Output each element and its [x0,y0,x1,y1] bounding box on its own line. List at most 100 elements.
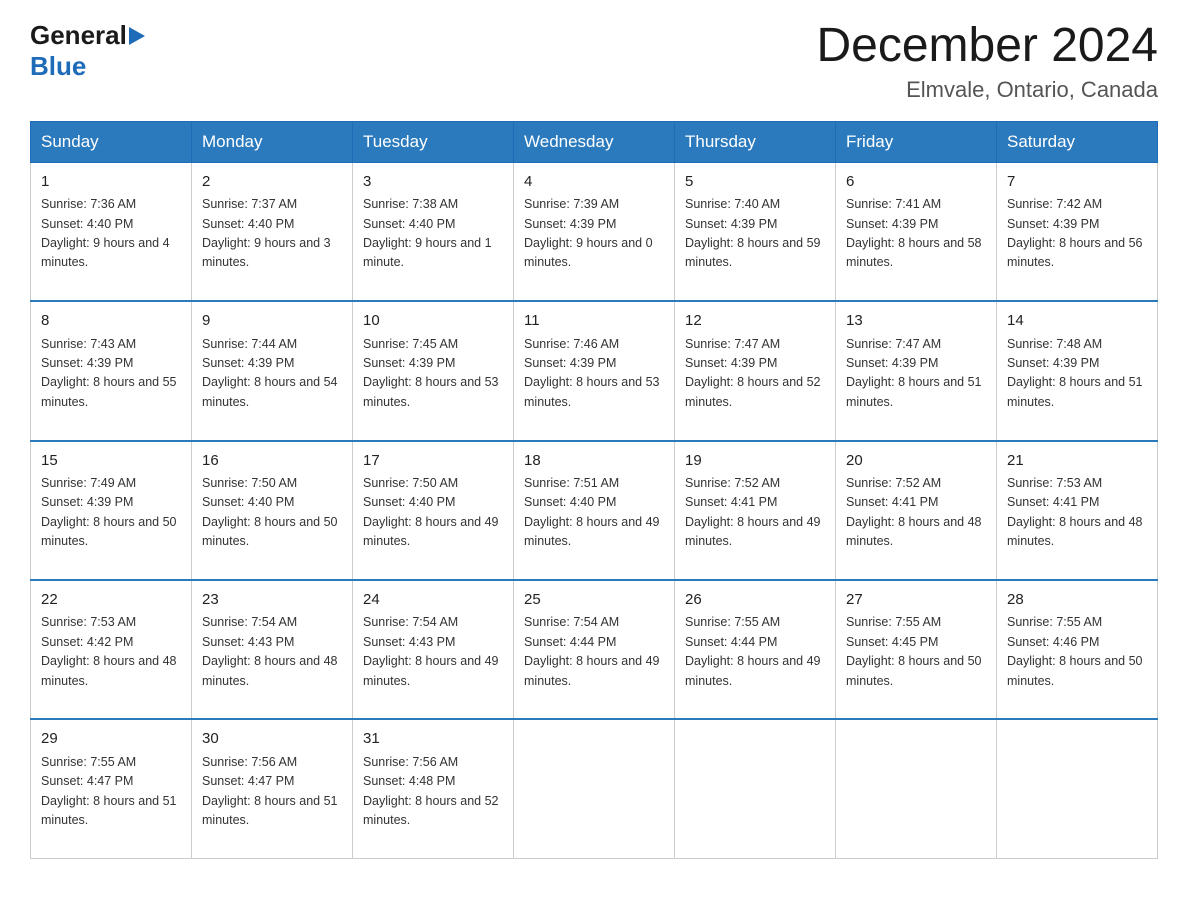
empty-cell-w4-d6 [997,719,1158,858]
day-number: 1 [41,171,181,194]
day-cell-14: 14 Sunrise: 7:48 AMSunset: 4:39 PMDaylig… [997,301,1158,440]
day-cell-12: 12 Sunrise: 7:47 AMSunset: 4:39 PMDaylig… [675,301,836,440]
day-number: 2 [202,171,342,194]
day-number: 30 [202,728,342,751]
day-info: Sunrise: 7:47 AMSunset: 4:39 PMDaylight:… [685,335,825,432]
header-friday: Friday [836,121,997,162]
day-cell-22: 22 Sunrise: 7:53 AMSunset: 4:42 PMDaylig… [31,580,192,719]
day-number: 19 [685,450,825,473]
day-info: Sunrise: 7:50 AMSunset: 4:40 PMDaylight:… [202,474,342,571]
day-cell-8: 8 Sunrise: 7:43 AMSunset: 4:39 PMDayligh… [31,301,192,440]
day-info: Sunrise: 7:41 AMSunset: 4:39 PMDaylight:… [846,195,986,292]
header-sunday: Sunday [31,121,192,162]
day-number: 3 [363,171,503,194]
day-cell-10: 10 Sunrise: 7:45 AMSunset: 4:39 PMDaylig… [353,301,514,440]
day-info: Sunrise: 7:50 AMSunset: 4:40 PMDaylight:… [363,474,503,571]
week-row-1: 1 Sunrise: 7:36 AMSunset: 4:40 PMDayligh… [31,162,1158,301]
day-number: 28 [1007,589,1147,612]
day-number: 22 [41,589,181,612]
location: Elmvale, Ontario, Canada [816,77,1158,103]
logo-general-text: General [30,20,127,51]
header-row: Sunday Monday Tuesday Wednesday Thursday… [31,121,1158,162]
day-info: Sunrise: 7:53 AMSunset: 4:41 PMDaylight:… [1007,474,1147,571]
day-number: 31 [363,728,503,751]
day-cell-3: 3 Sunrise: 7:38 AMSunset: 4:40 PMDayligh… [353,162,514,301]
day-number: 8 [41,310,181,333]
day-cell-13: 13 Sunrise: 7:47 AMSunset: 4:39 PMDaylig… [836,301,997,440]
day-info: Sunrise: 7:53 AMSunset: 4:42 PMDaylight:… [41,613,181,710]
day-number: 17 [363,450,503,473]
day-number: 23 [202,589,342,612]
empty-cell-w4-d5 [836,719,997,858]
day-number: 5 [685,171,825,194]
day-info: Sunrise: 7:49 AMSunset: 4:39 PMDaylight:… [41,474,181,571]
day-number: 12 [685,310,825,333]
day-cell-25: 25 Sunrise: 7:54 AMSunset: 4:44 PMDaylig… [514,580,675,719]
day-cell-7: 7 Sunrise: 7:42 AMSunset: 4:39 PMDayligh… [997,162,1158,301]
day-number: 16 [202,450,342,473]
day-cell-20: 20 Sunrise: 7:52 AMSunset: 4:41 PMDaylig… [836,441,997,580]
day-info: Sunrise: 7:55 AMSunset: 4:47 PMDaylight:… [41,753,181,850]
logo: General Blue [30,20,146,82]
day-number: 25 [524,589,664,612]
empty-cell-w4-d4 [675,719,836,858]
day-cell-30: 30 Sunrise: 7:56 AMSunset: 4:47 PMDaylig… [192,719,353,858]
title-section: December 2024 Elmvale, Ontario, Canada [816,20,1158,103]
day-number: 10 [363,310,503,333]
day-info: Sunrise: 7:39 AMSunset: 4:39 PMDaylight:… [524,195,664,292]
day-cell-16: 16 Sunrise: 7:50 AMSunset: 4:40 PMDaylig… [192,441,353,580]
day-info: Sunrise: 7:52 AMSunset: 4:41 PMDaylight:… [685,474,825,571]
day-info: Sunrise: 7:44 AMSunset: 4:39 PMDaylight:… [202,335,342,432]
day-cell-1: 1 Sunrise: 7:36 AMSunset: 4:40 PMDayligh… [31,162,192,301]
day-cell-28: 28 Sunrise: 7:55 AMSunset: 4:46 PMDaylig… [997,580,1158,719]
header-wednesday: Wednesday [514,121,675,162]
day-number: 9 [202,310,342,333]
month-title: December 2024 [816,20,1158,73]
day-info: Sunrise: 7:45 AMSunset: 4:39 PMDaylight:… [363,335,503,432]
day-cell-26: 26 Sunrise: 7:55 AMSunset: 4:44 PMDaylig… [675,580,836,719]
day-number: 29 [41,728,181,751]
day-info: Sunrise: 7:55 AMSunset: 4:44 PMDaylight:… [685,613,825,710]
day-info: Sunrise: 7:56 AMSunset: 4:48 PMDaylight:… [363,753,503,850]
day-cell-6: 6 Sunrise: 7:41 AMSunset: 4:39 PMDayligh… [836,162,997,301]
day-number: 26 [685,589,825,612]
day-number: 24 [363,589,503,612]
week-row-2: 8 Sunrise: 7:43 AMSunset: 4:39 PMDayligh… [31,301,1158,440]
day-number: 7 [1007,171,1147,194]
day-number: 21 [1007,450,1147,473]
day-info: Sunrise: 7:36 AMSunset: 4:40 PMDaylight:… [41,195,181,292]
day-info: Sunrise: 7:37 AMSunset: 4:40 PMDaylight:… [202,195,342,292]
day-info: Sunrise: 7:42 AMSunset: 4:39 PMDaylight:… [1007,195,1147,292]
day-number: 13 [846,310,986,333]
day-info: Sunrise: 7:54 AMSunset: 4:43 PMDaylight:… [202,613,342,710]
week-row-4: 22 Sunrise: 7:53 AMSunset: 4:42 PMDaylig… [31,580,1158,719]
day-cell-15: 15 Sunrise: 7:49 AMSunset: 4:39 PMDaylig… [31,441,192,580]
day-cell-23: 23 Sunrise: 7:54 AMSunset: 4:43 PMDaylig… [192,580,353,719]
header-tuesday: Tuesday [353,121,514,162]
day-number: 20 [846,450,986,473]
day-info: Sunrise: 7:52 AMSunset: 4:41 PMDaylight:… [846,474,986,571]
day-cell-21: 21 Sunrise: 7:53 AMSunset: 4:41 PMDaylig… [997,441,1158,580]
day-info: Sunrise: 7:54 AMSunset: 4:43 PMDaylight:… [363,613,503,710]
header-saturday: Saturday [997,121,1158,162]
header-thursday: Thursday [675,121,836,162]
day-cell-29: 29 Sunrise: 7:55 AMSunset: 4:47 PMDaylig… [31,719,192,858]
week-row-3: 15 Sunrise: 7:49 AMSunset: 4:39 PMDaylig… [31,441,1158,580]
day-cell-19: 19 Sunrise: 7:52 AMSunset: 4:41 PMDaylig… [675,441,836,580]
page-header: General Blue December 2024 Elmvale, Onta… [30,20,1158,103]
day-number: 4 [524,171,664,194]
day-number: 11 [524,310,664,333]
day-cell-17: 17 Sunrise: 7:50 AMSunset: 4:40 PMDaylig… [353,441,514,580]
day-info: Sunrise: 7:51 AMSunset: 4:40 PMDaylight:… [524,474,664,571]
day-number: 18 [524,450,664,473]
logo-blue-text: Blue [30,51,146,82]
day-number: 14 [1007,310,1147,333]
day-info: Sunrise: 7:40 AMSunset: 4:39 PMDaylight:… [685,195,825,292]
day-cell-11: 11 Sunrise: 7:46 AMSunset: 4:39 PMDaylig… [514,301,675,440]
day-number: 6 [846,171,986,194]
day-cell-18: 18 Sunrise: 7:51 AMSunset: 4:40 PMDaylig… [514,441,675,580]
day-info: Sunrise: 7:43 AMSunset: 4:39 PMDaylight:… [41,335,181,432]
logo-arrow-icon [129,27,145,45]
day-info: Sunrise: 7:38 AMSunset: 4:40 PMDaylight:… [363,195,503,292]
day-number: 27 [846,589,986,612]
